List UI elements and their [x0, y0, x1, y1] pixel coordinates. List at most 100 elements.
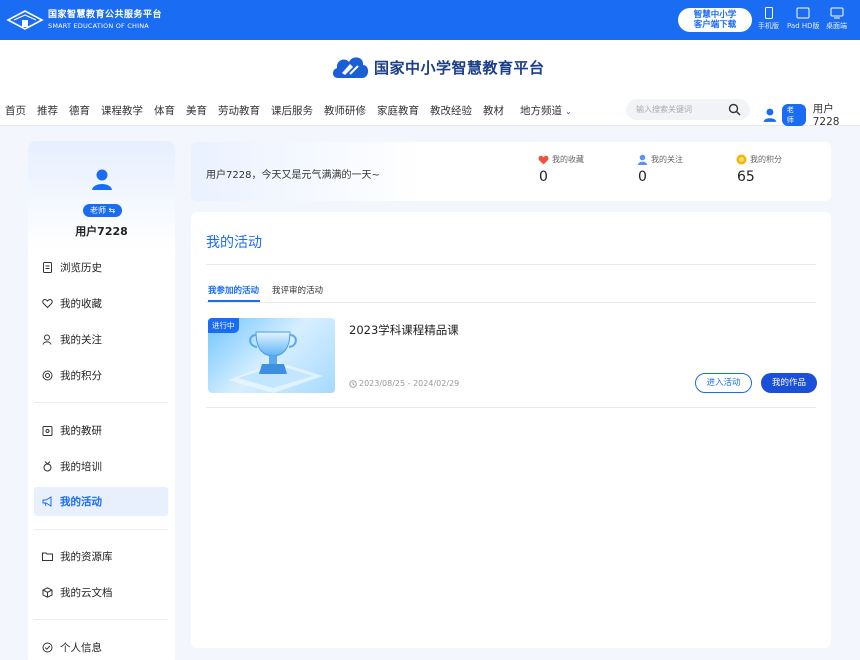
pad-version-link[interactable]: Pad HD版 — [787, 7, 820, 31]
divider — [206, 302, 816, 303]
header-user[interactable]: 老师 用户7228 — [762, 101, 860, 128]
greeting-card: 用户7228，今天又是元气满满的一天~ 我的收藏 0 我的关注 0 我的积分 6… — [191, 142, 831, 201]
menu-item-points[interactable]: 我的积分 — [34, 361, 168, 390]
nav-item-labor[interactable]: 劳动教育 — [218, 103, 260, 118]
brand-name-en: SMART EDUCATION OF CHINA — [48, 21, 149, 30]
stat-value: 0 — [638, 169, 647, 185]
activity-date: 2023/08/25 - 2024/02/29 — [349, 379, 459, 388]
menu-label: 个人信息 — [60, 642, 102, 654]
research-calendar-icon — [42, 426, 53, 436]
device-label: 桌面端 — [826, 22, 847, 30]
stat-label: 我的收藏 — [552, 155, 584, 164]
cloud-doc-icon — [42, 587, 53, 598]
my-works-button[interactable]: 我的作品 — [761, 373, 817, 393]
menu-item-resources[interactable]: 我的资源库 — [34, 542, 168, 571]
menu-label: 浏览历史 — [60, 262, 102, 274]
nav-item-arts[interactable]: 美育 — [186, 103, 207, 118]
nav-item-moral[interactable]: 德育 — [69, 103, 90, 118]
menu-item-following[interactable]: 我的关注 — [34, 325, 168, 354]
activity-thumbnail[interactable]: 进行中 — [208, 318, 335, 393]
brand-logo-icon — [6, 10, 44, 30]
tab-joined-activities[interactable]: 我参加的活动 — [208, 284, 259, 296]
nav-item-local[interactable]: 地方频道 ⌄ — [520, 103, 572, 118]
desktop-version-link[interactable]: 桌面端 — [826, 7, 847, 31]
megaphone-icon — [42, 496, 52, 507]
activity-item: 进行中 2023学科课程精品课 2023/08/25 - 2024/02/29 … — [208, 318, 817, 408]
site-logo[interactable]: 国家中小学智慧教育平台 — [330, 52, 545, 82]
menu-divider — [34, 402, 168, 403]
client-download-button[interactable]: 智慧中小学 客户端下载 — [678, 8, 752, 32]
cloud-book-logo-icon — [332, 57, 369, 78]
device-label: 手机版 — [758, 22, 779, 30]
brand-name-cn: 国家智慧教育公共服务平台 — [48, 9, 163, 20]
profile-header: 老师 ⇆ 用户7228 — [28, 141, 175, 251]
stat-following[interactable]: 我的关注 0 — [637, 154, 683, 185]
person-icon — [637, 154, 648, 165]
nav-item-after-school[interactable]: 课后服务 — [271, 103, 313, 118]
menu-item-favorites[interactable]: 我的收藏 — [34, 289, 168, 318]
user-avatar-icon — [763, 108, 777, 122]
history-doc-icon — [43, 262, 52, 273]
platform-brand[interactable]: 国家智慧教育公共服务平台 SMART EDUCATION OF CHINA — [6, 8, 162, 32]
enter-activity-button[interactable]: 进入活动 — [695, 373, 752, 393]
teacher-badge: 老师 — [781, 103, 806, 126]
nav-item-recommend[interactable]: 推荐 — [37, 103, 58, 118]
nav-item-teacher-training[interactable]: 教师研修 — [324, 103, 366, 118]
nav-item-family[interactable]: 家庭教育 — [377, 103, 419, 118]
activities-panel: 我的活动 我参加的活动 我评审的活动 进行中 2023学科课程精品课 2023/… — [191, 212, 831, 648]
menu-label: 我的云文档 — [60, 587, 113, 599]
clock-icon — [349, 379, 357, 388]
menu-label: 我的积分 — [60, 370, 102, 382]
device-label: Pad HD版 — [787, 22, 820, 30]
menu-divider — [34, 619, 168, 620]
menu-label: 我的培训 — [60, 461, 102, 473]
top-bar: 国家智慧教育公共服务平台 SMART EDUCATION OF CHINA 智慧… — [0, 0, 860, 40]
menu-item-training[interactable]: 我的培训 — [34, 452, 168, 481]
menu-label: 我的资源库 — [60, 551, 113, 563]
menu-item-activities[interactable]: 我的活动 — [34, 487, 168, 516]
nav-item-sports[interactable]: 体育 — [154, 103, 175, 118]
stat-favorites[interactable]: 我的收藏 0 — [538, 154, 584, 185]
nav-item-reform[interactable]: 教改经验 — [430, 103, 472, 118]
nav-item-course[interactable]: 课程教学 — [101, 103, 143, 118]
menu-label: 我的关注 — [60, 334, 102, 346]
stat-points[interactable]: 我的积分 65 — [736, 154, 782, 185]
download-line2: 客户端下载 — [693, 20, 737, 30]
tab-reviewed-activities[interactable]: 我评审的活动 — [272, 284, 323, 296]
chevron-down-icon: ⌄ — [565, 106, 572, 116]
profile-sidebar: 老师 ⇆ 用户7228 浏览历史 我的收藏 我的关注 我的积分 我的教研 我的培… — [28, 141, 175, 660]
role-switch-badge[interactable]: 老师 ⇆ — [83, 204, 123, 217]
heart-icon — [538, 155, 549, 164]
check-circle-icon — [42, 642, 53, 653]
person-icon — [42, 334, 52, 345]
menu-item-history[interactable]: 浏览历史 — [34, 253, 168, 282]
stat-label: 我的积分 — [750, 155, 782, 164]
medal-icon — [43, 461, 52, 472]
user-avatar-icon — [92, 169, 112, 190]
search-icon[interactable] — [728, 103, 741, 116]
tablet-icon — [796, 7, 810, 19]
site-header: 国家中小学智慧教育平台 首页 推荐 德育 课程教学 体育 美育 劳动教育 课后服… — [0, 40, 860, 128]
stat-value: 0 — [539, 169, 548, 185]
site-title: 国家中小学智慧教育平台 — [374, 58, 545, 77]
menu-item-research[interactable]: 我的教研 — [34, 416, 168, 445]
greeting-text: 用户7228，今天又是元气满满的一天~ — [206, 170, 380, 181]
mobile-version-link[interactable]: 手机版 — [758, 7, 779, 31]
monitor-icon — [830, 7, 843, 19]
search-input[interactable] — [636, 103, 726, 116]
menu-item-cloud-docs[interactable]: 我的云文档 — [34, 578, 168, 607]
status-badge: 进行中 — [208, 318, 239, 333]
heart-icon — [42, 298, 53, 309]
activity-date-text: 2023/08/25 - 2024/02/29 — [359, 379, 460, 388]
divider — [206, 407, 816, 408]
nav-item-home[interactable]: 首页 — [5, 103, 26, 118]
menu-item-profile[interactable]: 个人信息 — [34, 633, 168, 660]
menu-divider — [34, 529, 168, 530]
stat-label: 我的关注 — [651, 155, 683, 164]
menu-label: 我的活动 — [60, 496, 102, 508]
header-user-name: 用户7228 — [812, 103, 840, 128]
download-line1: 智慧中小学 — [693, 10, 737, 20]
nav-item-textbook[interactable]: 教材 — [483, 103, 504, 118]
coin-icon — [736, 154, 747, 165]
activity-title[interactable]: 2023学科课程精品课 — [349, 322, 459, 338]
